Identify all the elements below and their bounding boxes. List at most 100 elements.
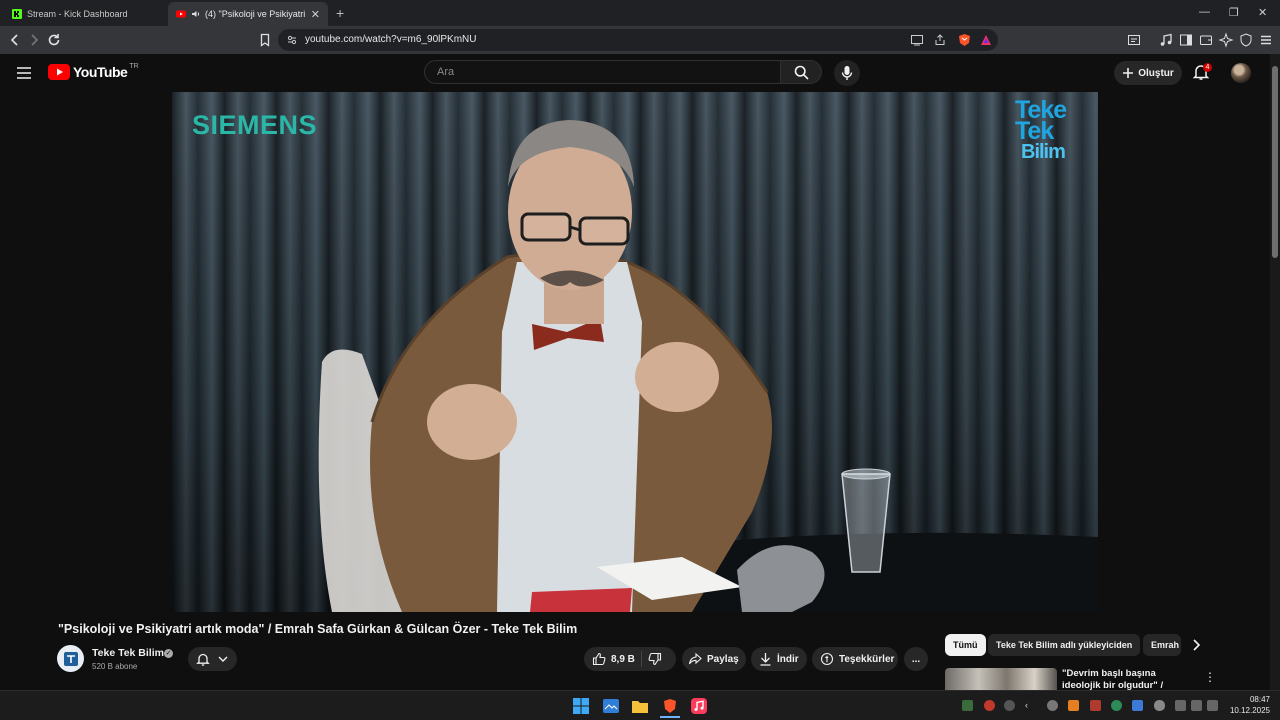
voice-search-button[interactable]: [834, 60, 860, 86]
tab-youtube-video[interactable]: (4) "Psikoloji ve Psikiyatri artık ✕: [168, 2, 328, 26]
minimize-icon[interactable]: —: [1199, 6, 1210, 18]
video-player[interactable]: [172, 92, 1098, 612]
restore-icon[interactable]: ❐: [1229, 6, 1239, 19]
country-code: TR: [129, 62, 139, 70]
menu-icon[interactable]: [1258, 32, 1274, 48]
thumbs-down-icon: [648, 652, 661, 666]
reload-icon[interactable]: [46, 32, 62, 48]
taskbar-file-explorer[interactable]: [630, 696, 650, 716]
tray-battery-icon[interactable]: [1207, 700, 1218, 711]
vpn-shield-icon[interactable]: [1238, 32, 1254, 48]
thumbs-up-icon: [592, 652, 606, 666]
video-frame: [318, 120, 1098, 612]
tray-record-icon[interactable]: [984, 700, 995, 711]
account-avatar[interactable]: [1231, 63, 1251, 83]
dislike-button[interactable]: [648, 647, 662, 671]
back-icon[interactable]: [7, 32, 23, 48]
create-label: Oluştur: [1138, 67, 1174, 79]
cast-icon[interactable]: [910, 34, 924, 46]
like-button[interactable]: 8,9 B: [584, 647, 635, 671]
chevron-right-icon[interactable]: [1189, 638, 1203, 652]
system-clock[interactable]: 08:47 10.12.2025: [1226, 694, 1270, 716]
logo-line-bilim: Bilim: [1021, 141, 1066, 163]
verified-badge-icon: ✓: [164, 649, 173, 658]
thanks-button[interactable]: Teşekkürler: [812, 647, 898, 671]
channel-name[interactable]: Teke Tek Bilim: [92, 647, 164, 659]
url-text: youtube.com/watch?v=m6_90lPKmNU: [305, 34, 477, 45]
brave-rewards-icon[interactable]: [980, 34, 992, 46]
address-bar[interactable]: youtube.com/watch?v=m6_90lPKmNU: [278, 29, 998, 51]
youtube-wordmark: YouTube: [73, 64, 128, 80]
download-icon: [760, 653, 771, 666]
tray-red-app-icon[interactable]: [1090, 700, 1101, 711]
widgets-icon: [603, 699, 619, 713]
create-button[interactable]: Oluştur: [1114, 61, 1182, 85]
tab-close-icon[interactable]: ✕: [311, 8, 320, 21]
tab-kick-dashboard[interactable]: Stream - Kick Dashboard: [4, 2, 164, 26]
media-control-icon[interactable]: [1158, 32, 1174, 48]
leo-ai-icon[interactable]: [1218, 32, 1234, 48]
speaker-icon[interactable]: [191, 9, 201, 19]
more-actions-button[interactable]: ...: [904, 647, 928, 671]
share-button[interactable]: Paylaş: [682, 647, 746, 671]
youtube-logo[interactable]: YouTube TR: [48, 62, 139, 80]
logo-line-tek: Tek: [1015, 117, 1054, 145]
taskbar-music[interactable]: [689, 696, 709, 716]
windows-start-icon: [573, 698, 589, 714]
tray-green-app-icon[interactable]: [1111, 700, 1122, 711]
chevron-down-icon: [218, 656, 228, 662]
recommendation-thumbnail[interactable]: [945, 668, 1057, 690]
left-hand: [427, 384, 517, 460]
search-box[interactable]: [424, 60, 780, 84]
plus-icon: [1123, 68, 1134, 78]
hamburger-menu-icon[interactable]: [16, 66, 32, 80]
tray-blue-app-icon[interactable]: [1132, 700, 1143, 711]
subscriber-count: 520 B abone: [92, 662, 138, 671]
kick-icon: [12, 9, 22, 19]
like-dislike-group: 8,9 B: [584, 647, 676, 671]
chip-all[interactable]: Tümü: [945, 634, 986, 656]
share-icon: [688, 652, 702, 665]
youtube-masthead: YouTube TR Oluştur: [0, 54, 1280, 92]
clock-date: 10.12.2025: [1229, 706, 1270, 715]
chip-from-uploader[interactable]: Teke Tek Bilim adlı yükleyiciden: [988, 634, 1141, 656]
share-page-icon[interactable]: [934, 34, 946, 46]
like-count: 8,9 B: [611, 653, 635, 665]
forward-icon[interactable]: [26, 32, 42, 48]
wallet-icon[interactable]: [1198, 32, 1214, 48]
taskbar-brave[interactable]: [660, 696, 680, 718]
chip-emrah[interactable]: Emrah: [1143, 634, 1181, 656]
download-button[interactable]: İndir: [751, 647, 807, 671]
tray-microphone-icon[interactable]: [1154, 700, 1165, 711]
sidebar-icon[interactable]: [1178, 32, 1194, 48]
brave-icon: [664, 699, 676, 713]
tray-settings-icon[interactable]: [1047, 700, 1058, 711]
reader-mode-icon[interactable]: [1126, 32, 1142, 48]
site-settings-icon[interactable]: [286, 34, 298, 46]
scrollbar-thumb[interactable]: [1272, 66, 1278, 258]
notification-count-badge: 4: [1203, 63, 1212, 72]
recommendation-title[interactable]: "Devrim başlı başına ideolojik bir olgud…: [1062, 668, 1194, 690]
super-thanks-icon: [820, 652, 834, 666]
tray-orange-app-icon[interactable]: [1068, 700, 1079, 711]
subscription-notifications-button[interactable]: [188, 647, 237, 671]
tray-steam-icon[interactable]: [1004, 700, 1015, 711]
tray-app-icon[interactable]: [962, 700, 973, 711]
new-tab-button[interactable]: +: [336, 5, 344, 21]
tray-network-icon[interactable]: [1175, 700, 1186, 711]
recommendation-menu-icon[interactable]: ⋮: [1204, 670, 1216, 684]
taskbar-widgets[interactable]: [601, 696, 621, 716]
search-input[interactable]: [435, 65, 759, 79]
start-button[interactable]: [571, 696, 591, 716]
youtube-play-icon: [48, 64, 70, 80]
tray-volume-icon[interactable]: [1191, 700, 1202, 711]
search-button[interactable]: [780, 60, 822, 84]
channel-avatar[interactable]: [57, 645, 84, 672]
download-label: İndir: [777, 653, 799, 665]
browser-toolbar: youtube.com/watch?v=m6_90lPKmNU: [0, 26, 1280, 54]
brave-shields-icon[interactable]: [958, 33, 971, 47]
close-window-icon[interactable]: ✕: [1258, 6, 1267, 19]
bookmark-icon[interactable]: [257, 32, 273, 48]
search-icon: [794, 65, 809, 80]
tray-back-icon[interactable]: ‹: [1025, 700, 1036, 711]
